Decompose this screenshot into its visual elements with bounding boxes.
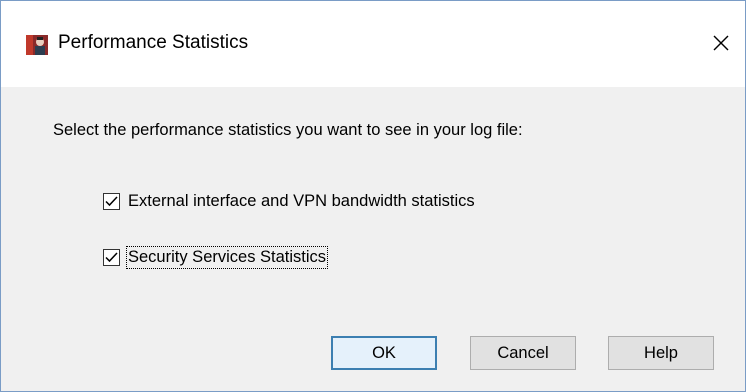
app-icon xyxy=(26,35,48,55)
security-services-label: Security Services Statistics xyxy=(125,245,329,269)
security-services-checkbox-row[interactable]: Security Services Statistics xyxy=(103,245,329,269)
ok-button[interactable]: OK xyxy=(331,336,437,370)
window-title: Performance Statistics xyxy=(58,32,249,53)
checkmark-icon xyxy=(105,195,118,206)
help-button[interactable]: Help xyxy=(608,336,714,370)
performance-statistics-dialog: Performance Statistics Select the perfor… xyxy=(0,0,746,392)
title-bar[interactable]: Performance Statistics xyxy=(1,1,745,87)
external-interface-vpn-label: External interface and VPN bandwidth sta… xyxy=(128,191,475,210)
security-services-checkbox[interactable] xyxy=(103,248,120,266)
external-interface-vpn-checkbox[interactable] xyxy=(103,192,120,210)
cancel-button[interactable]: Cancel xyxy=(470,336,576,370)
close-button[interactable] xyxy=(701,23,741,63)
close-icon xyxy=(713,35,729,51)
external-interface-vpn-checkbox-row[interactable]: External interface and VPN bandwidth sta… xyxy=(103,190,476,212)
checkmark-icon xyxy=(105,251,118,262)
prompt-text: Select the performance statistics you wa… xyxy=(53,121,523,139)
